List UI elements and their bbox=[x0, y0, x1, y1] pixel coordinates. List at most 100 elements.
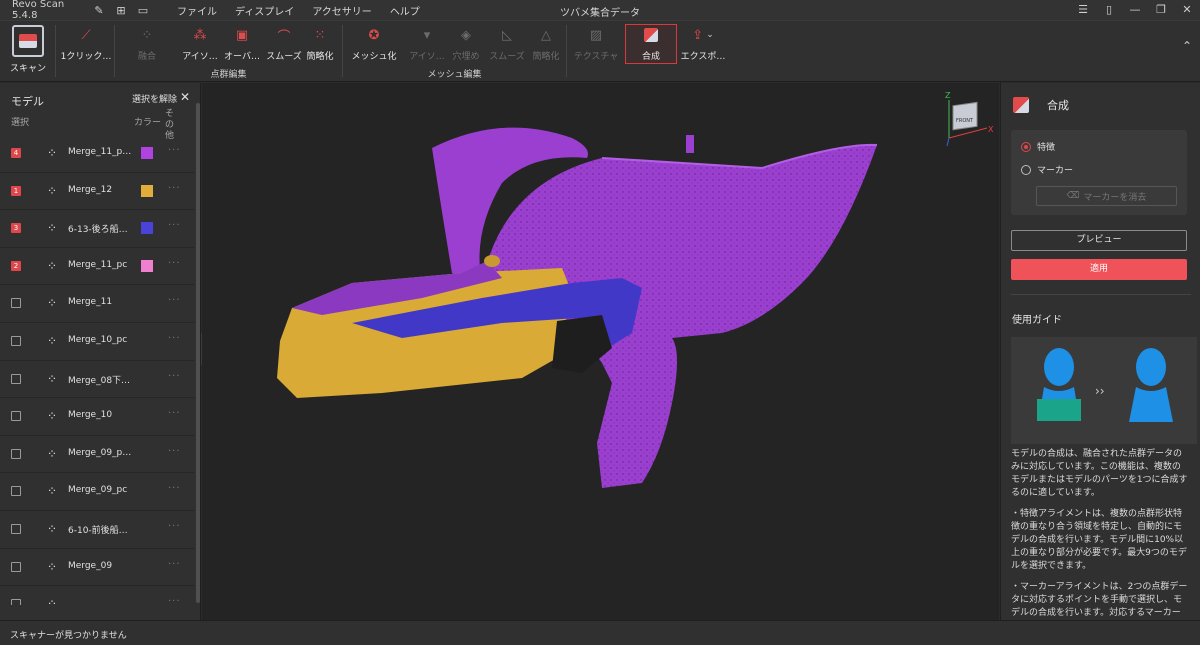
select-checkbox[interactable]: 2 bbox=[11, 260, 21, 271]
select-checkbox[interactable] bbox=[11, 373, 21, 384]
model-row[interactable]: ⁘ Merge_09 ··· bbox=[0, 549, 194, 587]
menu-file[interactable]: ファイル bbox=[168, 3, 226, 18]
select-checkbox[interactable] bbox=[11, 335, 21, 346]
select-checkbox[interactable] bbox=[11, 561, 21, 572]
scan-button[interactable]: スキャン bbox=[6, 25, 50, 79]
notes-icon[interactable]: ▯ bbox=[1096, 0, 1122, 20]
texture-icon: ▨ bbox=[589, 27, 603, 43]
model-row[interactable]: ⁘ Merge_09_p… ··· bbox=[0, 436, 194, 474]
meshing-button[interactable]: ✪ メッシュ化 bbox=[352, 25, 397, 65]
minimize-icon[interactable]: — bbox=[1122, 0, 1148, 20]
model-row[interactable]: ⁘ Merge_08下… ··· bbox=[0, 361, 194, 399]
more-options-icon[interactable]: ··· bbox=[168, 446, 181, 457]
model-row[interactable]: 4 ⁘ Merge_11_p… ··· bbox=[0, 135, 194, 173]
hole-fill-button[interactable]: ◈ 穴埋め bbox=[444, 25, 488, 65]
radio-feature[interactable]: 特徴 bbox=[1021, 140, 1055, 153]
menu-help[interactable]: ヘルプ bbox=[381, 3, 429, 18]
isolate-button[interactable]: ⁂ アイソ… bbox=[178, 25, 222, 65]
group-label-mesh: メッシュ編集 bbox=[427, 70, 482, 80]
apply-button[interactable]: 適用 bbox=[1011, 259, 1187, 280]
mesh-simplify-button[interactable]: △ 簡略化 bbox=[524, 25, 568, 65]
mesh-simplify-icon: △ bbox=[541, 27, 551, 43]
select-checkbox[interactable] bbox=[11, 411, 21, 422]
model-row[interactable]: 2 ⁘ Merge_11_pc ··· bbox=[0, 248, 194, 286]
simplify-button[interactable]: ⁙ 簡略化 bbox=[298, 25, 342, 65]
model-row[interactable]: ⁘ Merge_10 ··· bbox=[0, 398, 194, 436]
bust-merge-illustration: ›› bbox=[1037, 348, 1173, 422]
column-select: 選択 bbox=[11, 118, 30, 128]
more-options-icon[interactable]: ··· bbox=[168, 295, 181, 306]
mesh-smooth-button[interactable]: ◺ スムーズ bbox=[485, 25, 529, 65]
more-options-icon[interactable]: ··· bbox=[168, 559, 181, 570]
color-swatch[interactable] bbox=[141, 222, 153, 235]
fuse-button[interactable]: ⁘ 融合 bbox=[125, 25, 169, 65]
more-options-icon[interactable]: ··· bbox=[168, 521, 181, 532]
texture-button[interactable]: ▨ テクスチャ bbox=[574, 25, 619, 65]
select-checkbox[interactable]: 4 bbox=[11, 148, 21, 158]
clear-selection-button[interactable]: 選択を解除 bbox=[132, 92, 177, 105]
menu-display[interactable]: ディスプレイ bbox=[226, 3, 303, 18]
eraser-icon: ⌫ bbox=[1066, 191, 1080, 201]
more-options-icon[interactable]: ··· bbox=[168, 483, 181, 494]
model-row[interactable]: ⁘ Merge_11 ··· bbox=[0, 285, 194, 323]
model-row[interactable]: ⁘ Merge_09_pc ··· bbox=[0, 473, 194, 511]
select-checkbox[interactable] bbox=[11, 523, 21, 534]
model-row[interactable]: 3 ⁘ 6-13-後ろ船… ··· bbox=[0, 210, 194, 248]
erase-markers-button[interactable]: ⌫ マーカーを消去 bbox=[1036, 186, 1177, 206]
view-orientation-gizmo[interactable]: FRONT Z X bbox=[937, 88, 997, 148]
settings-sliders-icon[interactable]: ☰ bbox=[1070, 0, 1096, 20]
overlap-button[interactable]: ▣ オーバ… bbox=[220, 25, 264, 65]
more-options-icon[interactable]: ··· bbox=[168, 596, 181, 605]
more-options-icon[interactable]: ··· bbox=[168, 220, 181, 231]
model-row[interactable]: 1 ⁘ Merge_12 ··· bbox=[0, 173, 194, 211]
maximize-icon[interactable]: ❐ bbox=[1148, 0, 1174, 20]
model-row[interactable]: ⁘ Merge_10_pc ··· bbox=[0, 323, 194, 361]
close-icon[interactable]: ✕ bbox=[1174, 0, 1200, 20]
more-options-icon[interactable]: ··· bbox=[168, 371, 181, 382]
select-checkbox[interactable] bbox=[11, 486, 21, 497]
export-button[interactable]: ⇪ ⌄ エクスポ… bbox=[680, 25, 726, 65]
merge-panel: 合成 特徴 マーカー ⌫ マーカーを消去 プレビュー 適用 使用ガイド ›› モデ… bbox=[1000, 83, 1200, 620]
radio-marker[interactable]: マーカー bbox=[1021, 163, 1073, 176]
model-name: Merge_11_p… bbox=[68, 147, 132, 157]
select-checkbox[interactable] bbox=[11, 599, 21, 605]
more-options-icon[interactable]: ··· bbox=[168, 258, 181, 269]
color-swatch[interactable] bbox=[141, 259, 153, 272]
point-cloud-icon: ⁘ bbox=[47, 446, 58, 461]
more-options-icon[interactable]: ··· bbox=[168, 333, 181, 344]
guide-text: モデルの合成は、融合された点群データのみに対応しています。この機能は、複数のモデ… bbox=[1011, 448, 1189, 629]
one-click-button[interactable]: ⟋ 1クリック… bbox=[61, 25, 112, 65]
point-cloud-icon: ⁘ bbox=[47, 296, 58, 311]
close-icon[interactable]: ✕ bbox=[180, 90, 190, 104]
mesh-isolate-button[interactable]: ▾ アイソ… bbox=[405, 25, 449, 65]
guide-paragraph: モデルの合成は、融合された点群データのみに対応しています。この機能は、複数のモデ… bbox=[1011, 449, 1188, 498]
more-options-icon[interactable]: ··· bbox=[168, 145, 181, 156]
model-name: Merge_12 bbox=[68, 184, 113, 195]
point-cloud-icon: ⁘ bbox=[47, 597, 58, 605]
select-checkbox[interactable] bbox=[11, 298, 21, 309]
new-project-icon[interactable]: ⊞ bbox=[110, 0, 132, 20]
select-checkbox[interactable]: 3 bbox=[11, 223, 21, 234]
point-cloud-model bbox=[277, 127, 878, 488]
more-options-icon[interactable]: ··· bbox=[168, 183, 181, 194]
select-checkbox[interactable]: 1 bbox=[11, 185, 21, 196]
color-swatch[interactable] bbox=[141, 147, 153, 159]
merge-button[interactable]: 合成 bbox=[625, 24, 677, 64]
color-swatch[interactable] bbox=[141, 184, 153, 197]
export-icon: ⇪ ⌄ bbox=[692, 27, 714, 43]
isolate-icon: ⁂ bbox=[193, 27, 207, 43]
model-row[interactable]: ⁘ 6-10-前後船… ··· bbox=[0, 511, 194, 549]
collapse-toolbar-icon[interactable]: ⌃ bbox=[1182, 39, 1192, 53]
model-row[interactable]: ⁘ ··· bbox=[0, 586, 194, 605]
3d-viewport[interactable]: FRONT Z X bbox=[202, 83, 999, 620]
menu-accessory[interactable]: アクセサリー bbox=[303, 3, 381, 18]
folder-icon[interactable]: ▭ bbox=[132, 0, 154, 20]
preview-button[interactable]: プレビュー bbox=[1011, 230, 1187, 251]
more-options-icon[interactable]: ··· bbox=[168, 408, 181, 419]
window-controls: ☰ ▯ — ❐ ✕ bbox=[1070, 0, 1200, 20]
select-checkbox[interactable] bbox=[11, 448, 21, 459]
model-name: Merge_10_pc bbox=[68, 334, 128, 345]
gizmo-x-label: X bbox=[988, 125, 994, 134]
model-list-scrollbar[interactable] bbox=[196, 103, 200, 603]
edit-icon[interactable]: ✎ bbox=[88, 0, 110, 20]
